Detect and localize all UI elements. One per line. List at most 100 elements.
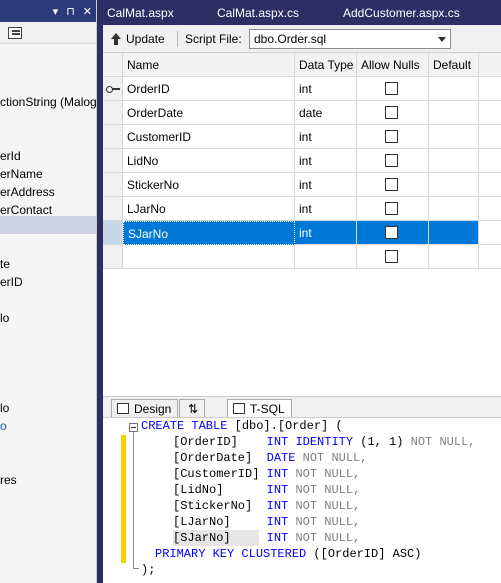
row-selector[interactable] xyxy=(103,149,123,173)
allow-nulls-cell xyxy=(357,77,429,101)
script-file-select[interactable]: dbo.Order.sql xyxy=(249,29,451,49)
filler-cell xyxy=(479,149,501,173)
update-button[interactable]: Update xyxy=(111,30,165,48)
row-selector[interactable] xyxy=(103,221,123,245)
tree-item[interactable]: erName xyxy=(0,165,43,183)
dropdown-icon[interactable]: ▾ xyxy=(53,5,59,18)
allow-nulls-checkbox[interactable] xyxy=(385,226,398,239)
panel-toolbar xyxy=(0,22,96,44)
tab-calmat-aspx-cs[interactable]: CalMat.aspx.cs xyxy=(217,4,299,22)
table-designer: CalMat.aspx CalMat.aspx.cs AddCustomer.a… xyxy=(103,0,501,583)
fold-line xyxy=(133,432,134,568)
primary-key-icon xyxy=(106,86,120,93)
tsql-icon xyxy=(233,403,245,414)
data-type-cell[interactable]: int xyxy=(295,173,357,197)
row-selector[interactable] xyxy=(103,245,123,269)
update-arrow-icon xyxy=(111,33,121,45)
row-selector[interactable] xyxy=(103,77,123,101)
column-name-cell[interactable]: LidNo xyxy=(123,149,295,173)
tree-item[interactable]: te xyxy=(0,255,10,273)
table-row[interactable]: LidNo int xyxy=(103,149,501,173)
allow-nulls-checkbox[interactable] xyxy=(385,82,398,95)
swap-icon: ⇅ xyxy=(188,402,199,416)
column-name-cell[interactable]: LJarNo xyxy=(123,197,295,221)
collapse-icon[interactable] xyxy=(129,423,138,432)
allow-nulls-checkbox[interactable] xyxy=(385,250,398,263)
default-cell[interactable] xyxy=(429,101,479,125)
row-selector[interactable] xyxy=(103,101,123,125)
allow-nulls-cell xyxy=(357,197,429,221)
allow-nulls-checkbox[interactable] xyxy=(385,130,398,143)
pin-icon[interactable]: ⊓ xyxy=(66,5,75,18)
tsql-editor[interactable]: CREATE TABLE [dbo].[Order] ( [OrderID] I… xyxy=(103,418,501,583)
swap-panes-button[interactable]: ⇅ xyxy=(179,399,206,417)
default-cell[interactable] xyxy=(429,197,479,221)
column-name-cell[interactable]: OrderID xyxy=(123,77,295,101)
tree-item[interactable]: erID xyxy=(0,273,23,291)
properties-icon[interactable] xyxy=(8,27,22,39)
tab-addcustomer-aspx-cs[interactable]: AddCustomer.aspx.cs xyxy=(343,4,460,22)
tree-item[interactable]: erContact xyxy=(0,201,52,219)
tree-item[interactable]: ctionString (Malog xyxy=(0,93,96,111)
close-icon[interactable]: ✕ xyxy=(83,5,92,18)
tree-item[interactable]: res xyxy=(0,471,17,489)
filler-cell xyxy=(479,197,501,221)
solution-explorer-panel: ▾ ⊓ ✕ ctionString (Malog erId erName erAddr… xyxy=(0,0,97,583)
allow-nulls-checkbox[interactable] xyxy=(385,178,398,191)
default-cell[interactable] xyxy=(429,77,479,101)
column-name-cell[interactable]: CustomerID xyxy=(123,125,295,149)
code-line-create: CREATE TABLE [dbo].[Order] ( xyxy=(141,419,343,433)
column-name-cell[interactable]: StickerNo xyxy=(123,173,295,197)
row-selector[interactable] xyxy=(103,173,123,197)
default-cell[interactable] xyxy=(429,125,479,149)
tree-item[interactable]: lo xyxy=(0,309,9,327)
default-cell[interactable] xyxy=(429,221,479,245)
tab-tsql-label: T-SQL xyxy=(250,402,285,416)
table-row[interactable]: OrderDate date xyxy=(103,101,501,125)
tab-design[interactable]: Design xyxy=(111,399,179,417)
tree-item[interactable]: erAddress xyxy=(0,183,55,201)
code-line-column: [CustomerID] INT NOT NULL, xyxy=(173,467,361,481)
allow-nulls-cell xyxy=(357,149,429,173)
row-selector[interactable] xyxy=(103,197,123,221)
allow-nulls-checkbox[interactable] xyxy=(385,202,398,215)
data-type-cell[interactable]: int xyxy=(295,125,357,149)
pane-tab-bar: Design ⇅ T-SQL xyxy=(103,396,501,418)
header-name[interactable]: Name xyxy=(123,53,295,77)
data-type-cell[interactable]: int xyxy=(295,221,357,245)
allow-nulls-checkbox[interactable] xyxy=(385,106,398,119)
default-cell[interactable] xyxy=(429,149,479,173)
row-selector[interactable] xyxy=(103,125,123,149)
tree-item[interactable]: lo xyxy=(0,399,9,417)
header-data-type[interactable]: Data Type xyxy=(295,53,357,77)
allow-nulls-cell xyxy=(357,221,429,245)
table-row[interactable]: OrderID int xyxy=(103,77,501,101)
header-default[interactable]: Default xyxy=(429,53,479,77)
code-line-column: [SJarNo] INT NOT NULL, xyxy=(173,531,361,545)
data-type-cell[interactable]: date xyxy=(295,101,357,125)
table-row[interactable]: LJarNo int xyxy=(103,197,501,221)
table-row[interactable]: CustomerID int xyxy=(103,125,501,149)
header-allow-nulls[interactable]: Allow Nulls xyxy=(357,53,429,77)
data-type-cell[interactable]: int xyxy=(295,149,357,173)
column-name-cell[interactable] xyxy=(123,245,295,269)
column-name-cell[interactable]: OrderDate xyxy=(123,101,295,125)
toolbar-separator xyxy=(177,31,178,47)
new-row[interactable] xyxy=(103,245,501,269)
tree-item[interactable]: o xyxy=(0,417,7,435)
data-type-cell[interactable]: int xyxy=(295,197,357,221)
data-type-cell[interactable] xyxy=(295,245,357,269)
table-row[interactable]: SJarNo int xyxy=(103,221,501,245)
data-type-cell[interactable]: int xyxy=(295,77,357,101)
default-cell[interactable] xyxy=(429,245,479,269)
tree-item[interactable]: erId xyxy=(0,147,21,165)
table-row[interactable]: StickerNo int xyxy=(103,173,501,197)
grid-header-row: Name Data Type Allow Nulls Default xyxy=(103,53,501,77)
allow-nulls-cell xyxy=(357,101,429,125)
default-cell[interactable] xyxy=(429,173,479,197)
tab-calmat-aspx[interactable]: CalMat.aspx xyxy=(107,4,174,22)
filler-cell xyxy=(479,221,501,245)
allow-nulls-checkbox[interactable] xyxy=(385,154,398,167)
column-name-cell[interactable]: SJarNo xyxy=(123,221,295,245)
tab-tsql[interactable]: T-SQL xyxy=(227,399,292,417)
